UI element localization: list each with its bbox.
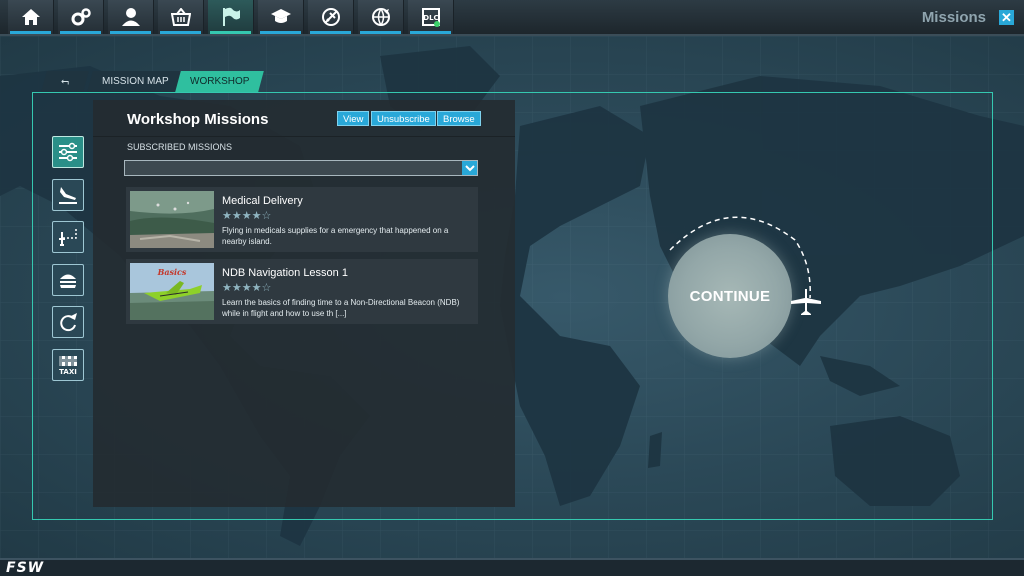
dlc-button[interactable]: DLC (408, 0, 454, 34)
top-nav-bar: DLC Missions ✕ (0, 0, 1024, 36)
airplane-icon (791, 289, 821, 315)
workshop-panel: Workshop Missions View Unsubscribe Brows… (93, 100, 515, 507)
chevron-down-icon[interactable] (462, 161, 477, 175)
aircraft-button[interactable] (308, 0, 354, 34)
mission-description: Flying in medicals supplies for a emerge… (222, 226, 449, 246)
breadcrumb-workshop[interactable]: WORKSHOP (175, 71, 265, 92)
academy-button[interactable] (258, 0, 304, 34)
mission-name: NDB Navigation Lesson 1 (222, 267, 348, 279)
subscribed-missions-label: SUBSCRIBED MISSIONS (127, 142, 233, 152)
mission-thumbnail (130, 191, 214, 248)
divider (93, 136, 515, 137)
taxi-label: TAXI (59, 368, 77, 376)
breadcrumb-mission-map[interactable]: MISSION MAP (87, 71, 184, 92)
tool-landing[interactable] (52, 179, 84, 211)
aircraft-icon (321, 8, 340, 26)
shop-button[interactable] (158, 0, 204, 34)
tool-route[interactable] (52, 221, 84, 253)
fsw-logo: FSW (6, 560, 45, 576)
route-icon (59, 229, 77, 246)
continue-button[interactable]: CONTINUE (668, 234, 792, 358)
dlc-icon: DLC (421, 8, 440, 27)
pilot-button[interactable] (108, 0, 154, 34)
panel-title: Workshop Missions (127, 111, 269, 128)
missions-button[interactable] (208, 0, 254, 34)
landing-icon (59, 187, 77, 204)
rating-stars: ★★★★☆ (222, 281, 272, 294)
mission-card-ndb-navigation[interactable]: Basics NDB Navigation Lesson 1 ★★★★☆ Lea… (126, 259, 478, 324)
tool-taxi[interactable]: TAXI (52, 349, 84, 381)
settings-button[interactable] (58, 0, 104, 34)
thumbnail-text: Basics (157, 267, 187, 277)
continue-label: CONTINUE (689, 287, 771, 305)
view-button[interactable]: View (337, 111, 370, 126)
bottom-bar: FSW (0, 558, 1024, 576)
browse-button[interactable]: Browse (437, 111, 481, 126)
pilot-icon (121, 8, 140, 26)
food-delivery-icon (60, 274, 76, 288)
multiplayer-icon (371, 8, 390, 26)
mission-name: Medical Delivery (222, 195, 303, 207)
home-button[interactable] (8, 0, 54, 34)
academy-icon (270, 9, 291, 23)
page-title: Missions (921, 9, 986, 26)
back-icon: ⮢ (61, 76, 69, 87)
subscribed-missions-select[interactable] (124, 160, 478, 176)
rating-stars: ★★★★☆ (222, 209, 272, 222)
home-icon (21, 9, 40, 25)
tool-aerobatics[interactable] (52, 306, 84, 338)
close-icon: ✕ (1001, 10, 1012, 25)
tool-filters[interactable] (52, 136, 84, 168)
aerobatics-icon (60, 313, 77, 332)
taxi-icon: TAXI (59, 356, 77, 376)
dlc-label: DLC (423, 14, 438, 22)
tool-food-delivery[interactable] (52, 264, 84, 296)
back-button[interactable]: ⮢ (41, 71, 89, 92)
mission-thumbnail: Basics (130, 263, 214, 320)
shop-icon (170, 8, 191, 26)
multiplayer-button[interactable] (358, 0, 404, 34)
mission-description: Learn the basics of finding time to a No… (222, 298, 460, 318)
filters-icon (59, 142, 77, 162)
unsubscribe-button[interactable]: Unsubscribe (371, 111, 436, 126)
settings-icon (71, 8, 91, 26)
close-button[interactable]: ✕ (999, 10, 1014, 25)
missions-flag-icon (222, 7, 240, 26)
mission-card-medical-delivery[interactable]: Medical Delivery ★★★★☆ Flying in medical… (126, 187, 478, 252)
